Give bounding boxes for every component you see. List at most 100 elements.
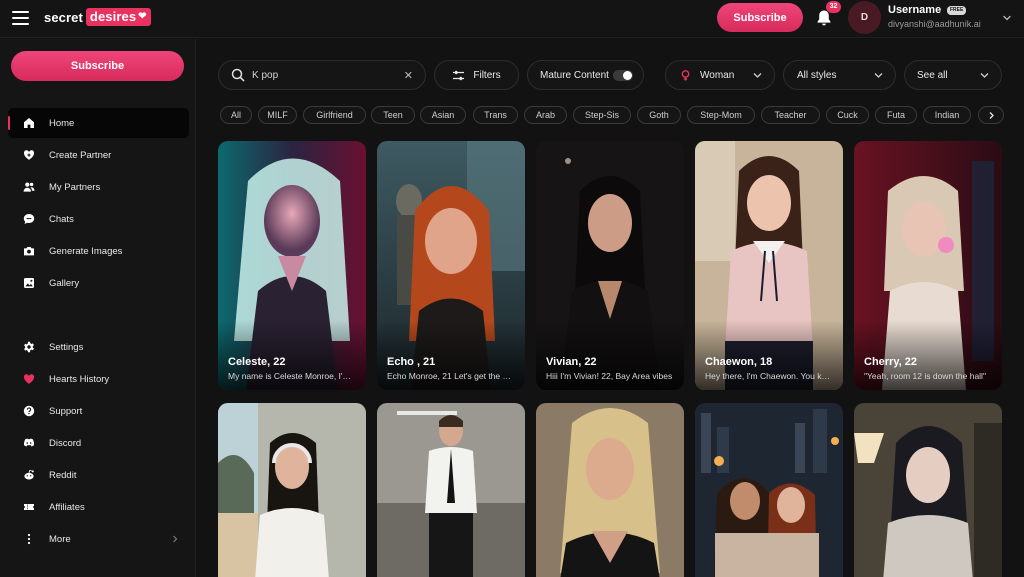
character-card-office[interactable] (377, 403, 525, 577)
tag-chip[interactable]: Teacher (761, 106, 820, 124)
chevron-down-icon (980, 73, 989, 78)
tag-chip[interactable]: Trans (473, 106, 518, 124)
tag-chip[interactable]: Arab (524, 106, 567, 124)
username: Username (888, 4, 942, 16)
gear-icon (22, 341, 35, 354)
tag-chip[interactable]: Girlfriend (303, 106, 366, 124)
styles-label: All styles (797, 69, 837, 81)
header-subscribe-button[interactable]: Subscribe (717, 3, 803, 32)
sidebar: Subscribe Home Create Partner My Partner… (0, 39, 196, 577)
home-icon (22, 117, 35, 130)
character-image (854, 403, 1002, 577)
sidebar-item-label: Affiliates (49, 501, 85, 513)
help-icon (22, 405, 35, 418)
sidebar-item-support[interactable]: Support (8, 396, 189, 426)
filters-label: Filters (473, 69, 501, 81)
reddit-icon (22, 469, 35, 482)
character-name: Celeste, 22 (228, 356, 286, 368)
sidebar-item-affiliates[interactable]: Affiliates (8, 492, 189, 522)
tag-chip[interactable]: Futa (875, 106, 917, 124)
sidebar-item-label: My Partners (49, 181, 101, 193)
camera-icon (22, 245, 35, 258)
character-image (218, 403, 366, 577)
character-card-cherry[interactable]: Cherry, 22 "Yeah, room 12 is down the ha… (854, 141, 1002, 390)
logo-text-secondary: desires ❤ (85, 8, 151, 26)
tag-chip[interactable]: Indian (923, 106, 971, 124)
sidebar-item-my-partners[interactable]: My Partners (8, 172, 189, 202)
logo-text-primary: secret (44, 9, 83, 25)
gender-select[interactable]: Woman (665, 60, 775, 90)
character-description: My name is Celeste Monroe, I'm 22 (228, 371, 356, 381)
character-card-anime[interactable] (854, 403, 1002, 577)
tags-next-button[interactable] (978, 106, 1004, 124)
see-all-select[interactable]: See all (904, 60, 1002, 90)
top-bar: secret desires ❤ Subscribe 32 D Username … (0, 0, 1024, 38)
more-vertical-icon (22, 533, 35, 546)
search-input[interactable]: K pop ✕ (218, 60, 426, 90)
character-card-city[interactable] (695, 403, 843, 577)
avatar[interactable]: D (848, 1, 881, 34)
tag-chip[interactable]: Cuck (826, 106, 869, 124)
character-card-beach[interactable] (218, 403, 366, 577)
sidebar-item-hearts-history[interactable]: Hearts History (8, 364, 189, 394)
tag-chip[interactable]: Step-Mom (687, 106, 755, 124)
character-description: Echo Monroe, 21 Let's get the party star… (387, 371, 515, 381)
sidebar-item-label: More (49, 533, 71, 545)
logo-heart-icon: ❤ (138, 11, 147, 22)
mature-content-label: Mature Content (540, 69, 609, 81)
gender-label: Woman (700, 69, 735, 81)
tag-chip[interactable]: Asian (420, 106, 466, 124)
chevron-down-icon (874, 73, 883, 78)
sidebar-item-chats[interactable]: Chats (8, 204, 189, 234)
chevron-right-icon (989, 111, 994, 119)
sidebar-item-label: Generate Images (49, 245, 123, 257)
sidebar-item-home[interactable]: Home (8, 108, 189, 138)
character-card-chaewon[interactable]: Chaewon, 18 Hey there, I'm Chaewon. You … (695, 141, 843, 390)
character-image (377, 403, 525, 577)
sidebar-item-create-partner[interactable]: Create Partner (8, 140, 189, 170)
tag-chip[interactable]: Teen (371, 106, 415, 124)
character-description: "Yeah, room 12 is down the hall" (864, 371, 986, 381)
character-name: Echo , 21 (387, 356, 436, 368)
character-card-blonde[interactable] (536, 403, 684, 577)
sidebar-subscribe-button[interactable]: Subscribe (11, 51, 184, 81)
sidebar-item-generate-images[interactable]: Generate Images (8, 236, 189, 266)
heart-plus-icon (22, 149, 35, 162)
sidebar-item-more[interactable]: More (8, 524, 189, 554)
character-card-vivian[interactable]: Vivian, 22 Hiii I'm Vivian! 22, Bay Area… (536, 141, 684, 390)
chevron-down-icon (753, 73, 762, 78)
sidebar-item-label: Chats (49, 213, 74, 225)
discord-icon (22, 437, 35, 450)
sidebar-item-label: Home (49, 117, 75, 129)
tag-chip[interactable]: Goth (637, 106, 681, 124)
sidebar-item-discord[interactable]: Discord (8, 428, 189, 458)
clear-icon[interactable]: ✕ (404, 69, 413, 82)
search-value: K pop (252, 69, 279, 81)
logo-text-secondary-label: desires (89, 9, 137, 24)
character-card-celeste[interactable]: Celeste, 22 My name is Celeste Monroe, I… (218, 141, 366, 390)
tag-chip[interactable]: MILF (258, 106, 297, 124)
filters-button[interactable]: Filters (434, 60, 519, 90)
sidebar-item-label: Gallery (49, 277, 80, 289)
character-name: Chaewon, 18 (705, 356, 773, 368)
character-card-echo[interactable]: Echo , 21 Echo Monroe, 21 Let's get the … (377, 141, 525, 390)
sidebar-item-reddit[interactable]: Reddit (8, 460, 189, 490)
mature-content-toggle[interactable]: Mature Content (527, 60, 644, 90)
sidebar-item-label: Create Partner (49, 149, 112, 161)
chevron-down-icon[interactable] (1002, 13, 1012, 23)
tag-chip[interactable]: Step-Sis (573, 106, 631, 124)
menu-icon[interactable] (12, 11, 29, 25)
sidebar-item-label: Reddit (49, 469, 77, 481)
sidebar-item-settings[interactable]: Settings (8, 332, 189, 362)
chat-icon (22, 213, 35, 226)
tag-chip[interactable]: All (220, 106, 252, 124)
toggle-switch[interactable] (613, 70, 633, 81)
sidebar-item-label: Settings (49, 341, 84, 353)
sidebar-item-gallery[interactable]: Gallery (8, 268, 189, 298)
ticket-icon (22, 501, 35, 514)
styles-select[interactable]: All styles (783, 60, 896, 90)
character-image (695, 403, 843, 577)
search-icon (231, 68, 245, 82)
logo[interactable]: secret desires ❤ (44, 8, 151, 26)
sidebar-item-label: Support (49, 405, 83, 417)
